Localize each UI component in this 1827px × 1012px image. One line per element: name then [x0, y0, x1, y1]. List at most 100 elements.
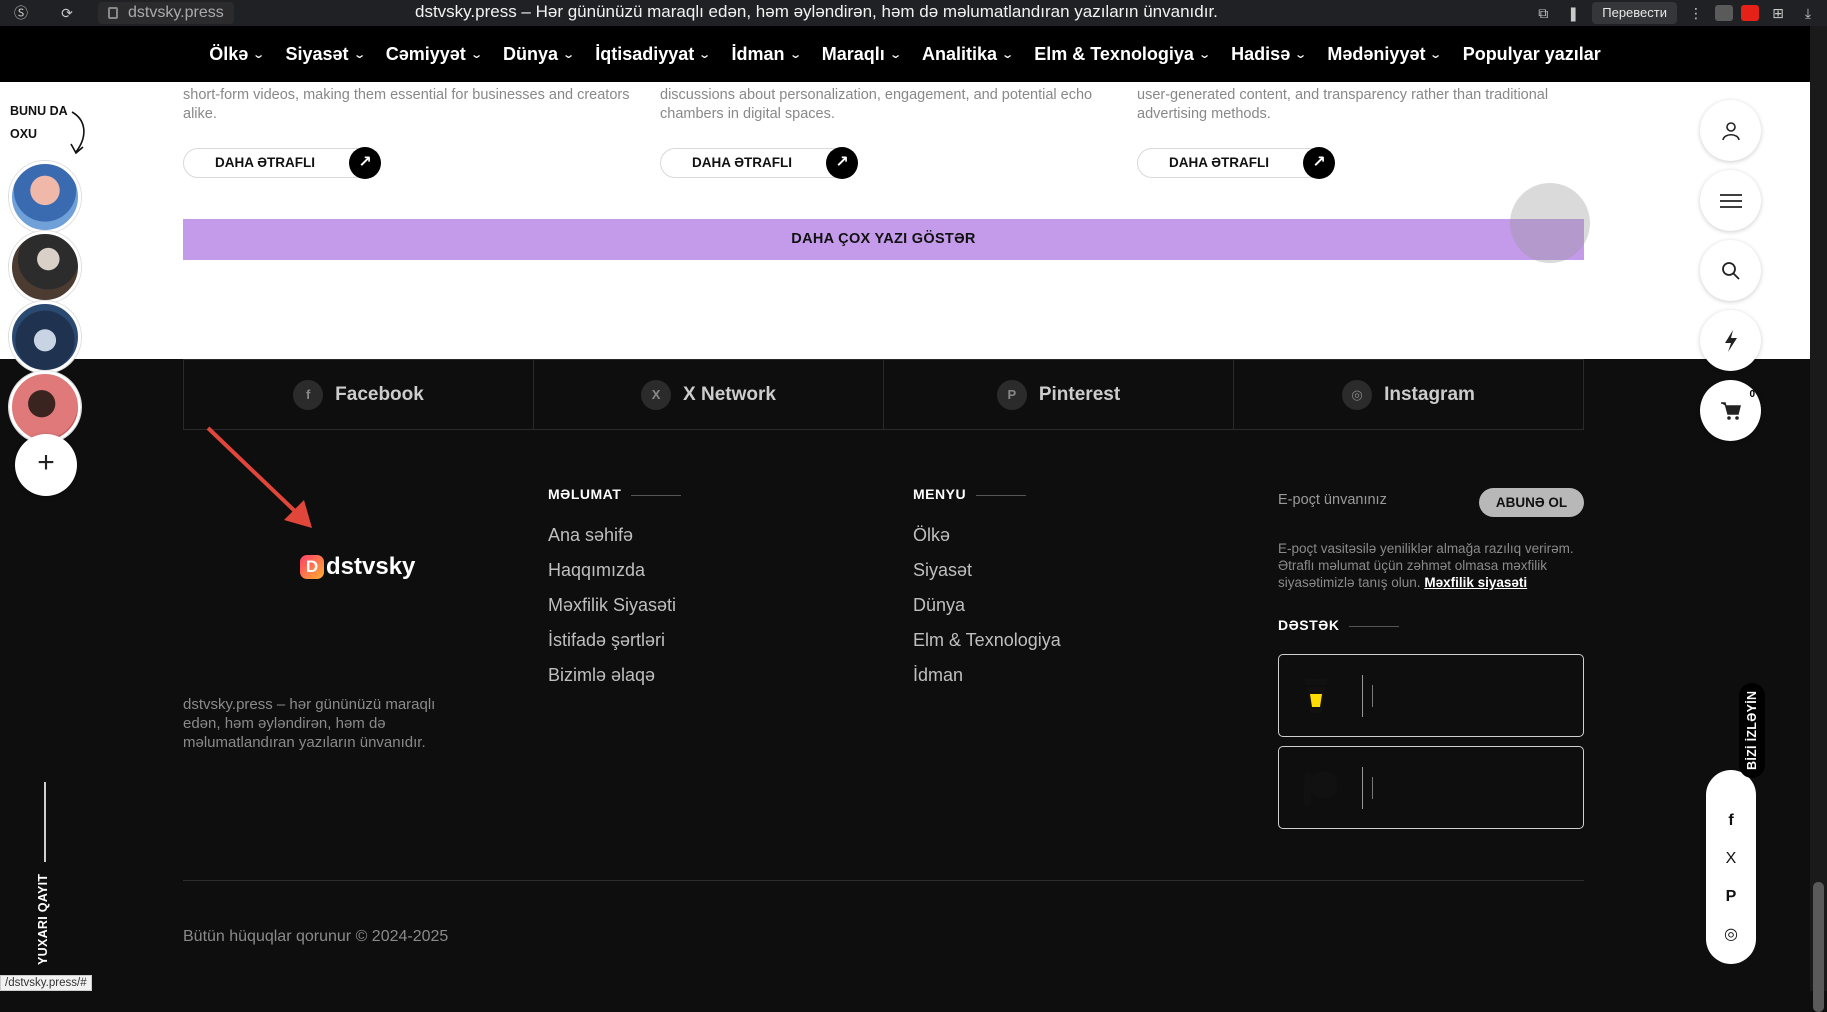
- nav-item-olke[interactable]: Ölkə ⌄: [209, 44, 266, 65]
- story-avatar[interactable]: [9, 301, 81, 373]
- chevron-down-icon: ⌄: [698, 48, 712, 61]
- divider: [1362, 767, 1363, 809]
- read-more-button[interactable]: DAHA ƏTRAFLI ↗: [1137, 147, 1336, 179]
- footer-menu-idman[interactable]: İdman: [913, 665, 963, 686]
- follow-us-label: BİZİ İZLƏYİN: [1739, 682, 1765, 778]
- footer-link-privacy[interactable]: Məxfilik Siyasəti: [548, 595, 676, 616]
- info-heading: MƏLUMAT: [548, 486, 682, 502]
- coffee-cup-icon: [1305, 679, 1327, 713]
- search-button[interactable]: [1700, 240, 1761, 301]
- youtube-icon[interactable]: [1741, 5, 1759, 21]
- translate-button[interactable]: Перевести: [1592, 2, 1677, 24]
- social-links-strip: f Facebook X X Network P Pinterest ◎ Ins…: [183, 359, 1584, 430]
- support-heading-text: DƏSTƏK: [1278, 617, 1340, 633]
- nav-item-siyaset[interactable]: Siyasət ⌄: [285, 44, 365, 65]
- lock-icon: [108, 7, 118, 19]
- chevron-down-icon: ⌄: [562, 48, 576, 61]
- nav-item-label: İqtisadiyyat: [595, 43, 695, 64]
- pinterest-icon[interactable]: P: [1720, 886, 1742, 908]
- account-button[interactable]: [1700, 100, 1761, 161]
- add-story-button[interactable]: +: [15, 434, 77, 496]
- reload-icon[interactable]: ⟳: [56, 2, 78, 24]
- extensions-icon[interactable]: ⊞: [1767, 2, 1789, 24]
- post-excerpt: discussions about personalization, engag…: [660, 87, 1093, 122]
- nav-item-label: Cəmiyyət: [385, 43, 466, 64]
- nav-item-cemiyyet[interactable]: Cəmiyyət ⌄: [385, 43, 483, 65]
- subscribe-button[interactable]: ABUNƏ OL: [1479, 488, 1584, 517]
- footer-menu-olke[interactable]: Ölkə: [913, 525, 950, 546]
- nav-item-populyar[interactable]: Populyar yazılar: [1463, 44, 1601, 65]
- lightning-icon: [1724, 329, 1737, 352]
- nav-item-analitika[interactable]: Analitika ⌄: [922, 44, 1014, 65]
- follow-us-panel: f X P ◎: [1706, 770, 1756, 964]
- annotation-arrow-icon: [206, 426, 312, 528]
- read-more-label: DAHA ƏTRAFLI: [1169, 155, 1270, 170]
- scrollbar-thumb[interactable]: [1813, 882, 1824, 1012]
- footer-link-home[interactable]: Ana səhifə: [548, 525, 633, 546]
- nav-item-hadise[interactable]: Hadisə ⌄: [1231, 43, 1307, 65]
- story-avatar[interactable]: [9, 231, 81, 303]
- footer-menu-siyaset[interactable]: Siyasət: [913, 560, 972, 581]
- read-more-button[interactable]: DAHA ƏTRAFLI ↗: [183, 147, 382, 179]
- x-icon[interactable]: X: [1720, 848, 1742, 870]
- nav-item-iqtisadiyyat[interactable]: İqtisadiyyat ⌄: [595, 43, 712, 65]
- footer-logo[interactable]: D dstvsky: [300, 553, 415, 581]
- address-bar[interactable]: dstvsky.press: [98, 2, 234, 24]
- instagram-icon[interactable]: ◎: [1720, 923, 1742, 945]
- nav-item-elm-texnologiya[interactable]: Elm & Texnologiya ⌄: [1034, 44, 1211, 65]
- nav-item-maraqli[interactable]: Maraqlı ⌄: [822, 44, 902, 65]
- footer-description: dstvsky.press – hər gününüzü maraqlı edə…: [183, 696, 436, 751]
- social-link-pinterest[interactable]: P Pinterest: [883, 360, 1233, 429]
- copyright-text: Bütün hüquqlar qorunur © 2024-2025: [183, 928, 449, 945]
- social-link-instagram[interactable]: ◎ Instagram: [1233, 360, 1584, 429]
- footer-menu-elm[interactable]: Elm & Texnologiya: [913, 630, 1061, 651]
- cart-button[interactable]: 0: [1700, 380, 1761, 441]
- footer-menu-dunya[interactable]: Dünya: [913, 595, 965, 616]
- read-more-button[interactable]: DAHA ƏTRAFLI ↗: [660, 147, 859, 179]
- download-icon[interactable]: ⤓: [1797, 2, 1819, 24]
- nav-item-label: Mədəniyyət: [1327, 43, 1426, 64]
- footer-link-terms[interactable]: İstifadə şərtləri: [548, 630, 665, 651]
- bookmark-icon[interactable]: ❚: [1562, 2, 1584, 24]
- buy-me-a-coffee-button[interactable]: [1278, 654, 1584, 737]
- divider: [1362, 675, 1363, 717]
- extension-icon[interactable]: [1715, 5, 1733, 21]
- social-link-facebook[interactable]: f Facebook: [183, 360, 533, 429]
- nav-item-label: İdman: [731, 43, 785, 64]
- nav-item-label: Dünya: [503, 43, 559, 64]
- menu-button[interactable]: [1700, 170, 1761, 231]
- privacy-policy-link[interactable]: Məxfilik siyasəti: [1424, 575, 1527, 590]
- nav-item-medeniyyet[interactable]: Mədəniyyət ⌄: [1327, 43, 1442, 65]
- facebook-icon: f: [293, 379, 324, 410]
- back-to-top-link[interactable]: YUXARI QAYIT: [36, 874, 50, 965]
- heading-divider: [976, 494, 1027, 496]
- facebook-icon[interactable]: f: [1720, 810, 1742, 832]
- hamburger-icon: [1719, 193, 1742, 208]
- nav-item-label: Populyar yazılar: [1462, 43, 1601, 64]
- load-more-posts-button[interactable]: DAHA ÇOX YAZI GÖSTƏR: [183, 219, 1584, 260]
- social-link-x[interactable]: X X Network: [533, 360, 883, 429]
- cart-icon: [1720, 401, 1741, 420]
- x-icon: X: [641, 379, 672, 410]
- nav-item-label: Hadisə: [1231, 43, 1291, 64]
- extension-icon[interactable]: Ⓢ: [10, 2, 32, 24]
- nav-item-dunya[interactable]: Dünya ⌄: [503, 43, 576, 65]
- translate-page-icon[interactable]: ⧉: [1532, 2, 1554, 24]
- page-scrollbar[interactable]: [1810, 26, 1827, 1012]
- trending-button[interactable]: [1700, 310, 1761, 371]
- user-icon: [1721, 121, 1740, 140]
- story-avatar[interactable]: [9, 161, 81, 233]
- footer-link-contact[interactable]: Bizimlə əlaqə: [548, 665, 655, 686]
- social-link-label: Instagram: [1384, 383, 1475, 405]
- more-icon[interactable]: ⋮: [1685, 2, 1707, 24]
- chevron-down-icon: ⌄: [252, 48, 266, 61]
- nav-item-idman[interactable]: İdman ⌄: [731, 43, 802, 65]
- patreon-button[interactable]: [1278, 746, 1584, 829]
- post-card: short-form videos, making them essential…: [183, 82, 643, 179]
- post-card: discussions about personalization, engag…: [660, 82, 1120, 179]
- back-to-top-line: [44, 782, 46, 862]
- logo-text: dstvsky: [326, 553, 416, 580]
- footer-link-about[interactable]: Haqqımızda: [548, 560, 645, 581]
- story-avatar[interactable]: [9, 371, 81, 443]
- email-input[interactable]: E-poçt ünvanınız: [1278, 492, 1387, 508]
